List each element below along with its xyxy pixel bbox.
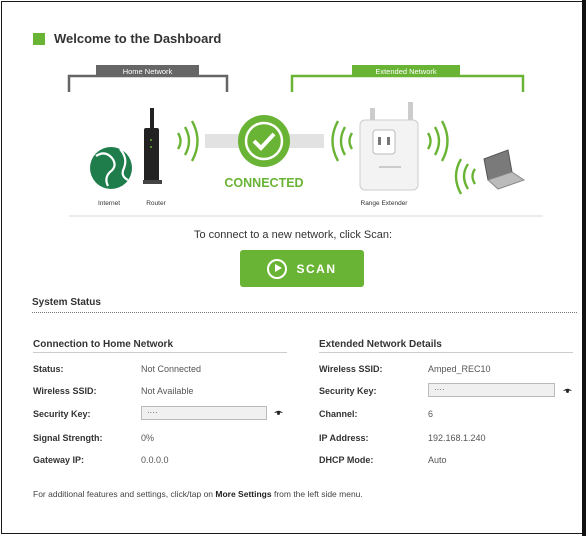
internet-globe-icon <box>90 147 132 189</box>
laptop-icon <box>483 149 526 190</box>
range-extender-label: Range Extender <box>361 200 409 207</box>
home-signal-strength-label: Signal Strength: <box>33 433 103 443</box>
home-ssid-label: Wireless SSID: <box>33 386 97 396</box>
footer-prefix: For additional features and settings, cl… <box>33 489 216 499</box>
home-gateway-ip-label: Gateway IP: <box>33 455 85 465</box>
home-security-key-label: Security Key: <box>33 409 91 419</box>
ext-ssid-label: Wireless SSID: <box>319 364 383 374</box>
ext-security-key-field[interactable]: ···· <box>428 383 555 397</box>
footer-suffix: from the left side menu. <box>271 489 363 499</box>
range-extender-icon <box>359 102 419 191</box>
eye-icon[interactable] <box>274 410 283 416</box>
router-icon <box>143 108 162 184</box>
extender-inbound-signal-icon <box>331 120 354 162</box>
router-label: Router <box>146 200 166 207</box>
home-status-label: Status: <box>33 364 64 374</box>
extended-network-heading: Extended Network Details <box>319 339 573 353</box>
connected-label: CONNECTED <box>224 176 303 190</box>
eye-icon[interactable] <box>563 388 572 394</box>
scan-prompt: To connect to a new network, click Scan: <box>193 229 393 241</box>
scan-button[interactable]: SCAN <box>240 250 364 287</box>
home-network-heading: Connection to Home Network <box>33 339 287 353</box>
network-diagram: Home Network Extended Network CONNECTED <box>67 65 543 217</box>
home-gateway-ip-value: 0.0.0.0 <box>141 455 169 465</box>
laptop-signal-icon <box>454 158 477 195</box>
ext-dhcp-mode-label: DHCP Mode: <box>319 455 374 465</box>
home-status-value: Not Connected <box>141 364 202 374</box>
system-status-title: System Status <box>32 297 101 308</box>
ext-ip-address-label: IP Address: <box>319 433 369 443</box>
ext-ip-address-value: 192.168.1.240 <box>428 433 486 443</box>
internet-label: Internet <box>98 200 120 207</box>
home-ssid-value: Not Available <box>141 386 194 396</box>
checkmark-icon <box>238 115 290 167</box>
play-circle-icon <box>267 258 288 279</box>
home-security-key-field[interactable]: ···· <box>141 406 267 420</box>
router-signal-icon <box>176 120 199 162</box>
ext-channel-value: 6 <box>428 409 434 419</box>
more-settings-link-text: More Settings <box>215 489 272 499</box>
ext-security-key-label: Security Key: <box>319 386 377 396</box>
scan-button-label: SCAN <box>296 261 337 276</box>
ext-channel-label: Channel: <box>319 409 358 419</box>
home-network-label: Home Network <box>123 67 173 76</box>
ext-ssid-value: Amped_REC10 <box>428 364 491 374</box>
footer-note: For additional features and settings, cl… <box>33 489 363 499</box>
home-signal-strength-value: 0% <box>141 433 155 443</box>
extender-outbound-signal-icon <box>426 120 449 162</box>
system-status-divider <box>32 312 577 313</box>
ext-dhcp-mode-value: Auto <box>428 455 447 465</box>
extended-network-label: Extended Network <box>375 67 437 76</box>
